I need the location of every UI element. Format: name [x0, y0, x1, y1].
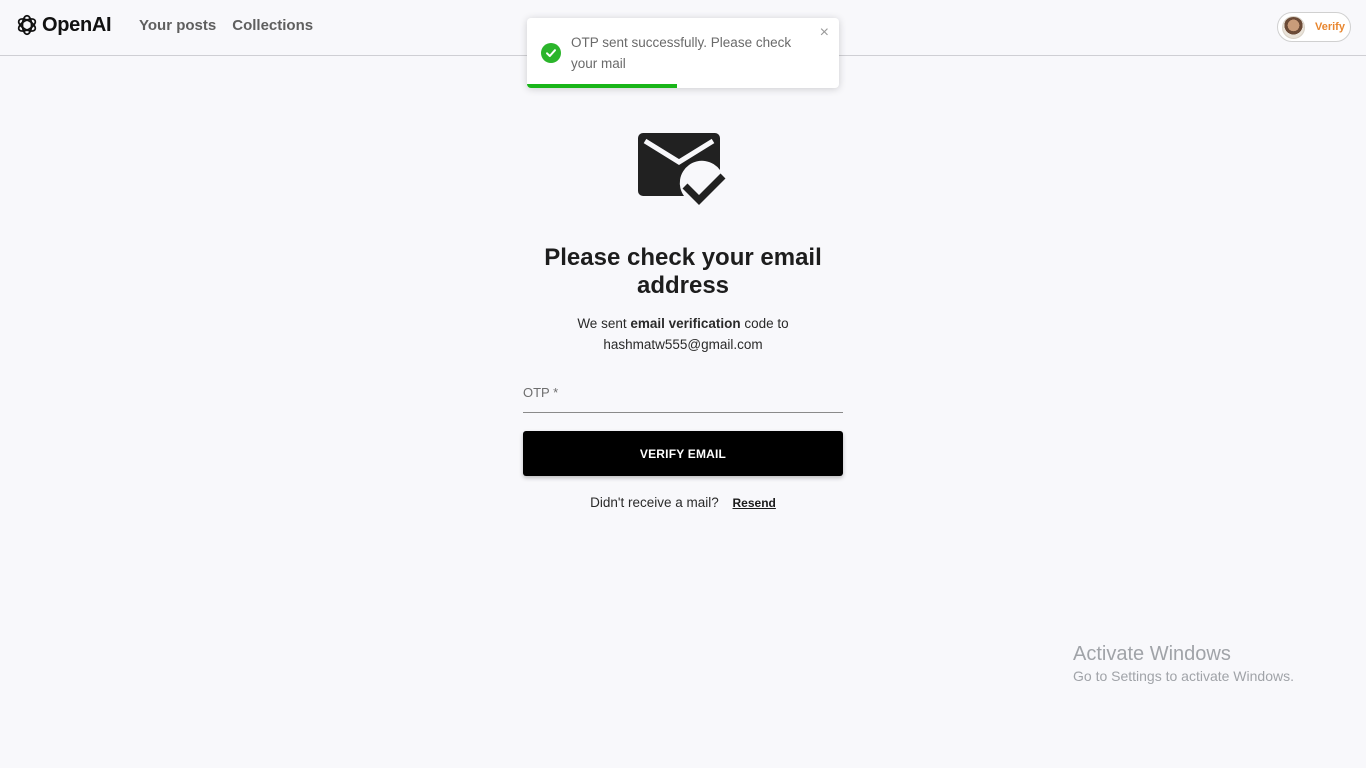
- windows-activation-watermark: Activate Windows Go to Settings to activ…: [1073, 642, 1294, 686]
- recipient-email: hashmatw555@gmail.com: [603, 337, 763, 352]
- nav-collections[interactable]: Collections: [232, 17, 313, 34]
- watermark-title: Activate Windows: [1073, 643, 1231, 665]
- verification-instructions: We sent email verification code to hashm…: [523, 313, 843, 355]
- close-icon[interactable]: ×: [820, 24, 829, 42]
- toast-progress-fill: [527, 84, 677, 88]
- profile-menu-button[interactable]: Verify: [1277, 12, 1351, 42]
- subtitle-suffix: code to: [740, 316, 789, 331]
- check-circle-icon: [541, 43, 561, 63]
- openai-knot-icon: [17, 14, 37, 36]
- page-title: Please check your email address: [544, 244, 822, 299]
- verify-email-button[interactable]: VERIFY EMAIL: [523, 431, 843, 476]
- profile-verify-label: Verify: [1315, 21, 1345, 33]
- otp-input[interactable]: OTP *: [523, 385, 843, 413]
- success-toast: OTP sent successfully. Please check your…: [527, 18, 839, 88]
- openai-logo[interactable]: OpenAI: [14, 12, 112, 38]
- main-nav: Your posts Collections: [139, 17, 313, 34]
- avatar: [1282, 15, 1305, 39]
- otp-label: OTP *: [523, 385, 559, 400]
- resend-link[interactable]: Resend: [733, 496, 776, 510]
- toast-message: OTP sent successfully. Please check your…: [571, 35, 792, 71]
- watermark-subtitle: Go to Settings to activate Windows.: [1073, 668, 1294, 684]
- nav-your-posts[interactable]: Your posts: [139, 17, 216, 34]
- subtitle-prefix: We sent: [577, 316, 631, 331]
- resend-prompt: Didn't receive a mail?: [590, 495, 719, 510]
- toast-progress-bar: [527, 84, 839, 88]
- mark-email-read-icon: [638, 133, 726, 205]
- resend-row: Didn't receive a mail? Resend: [523, 495, 843, 510]
- subtitle-bold: email verification: [630, 316, 741, 331]
- brand-name: OpenAI: [42, 13, 112, 36]
- verify-email-panel: Please check your email address We sent …: [523, 130, 843, 510]
